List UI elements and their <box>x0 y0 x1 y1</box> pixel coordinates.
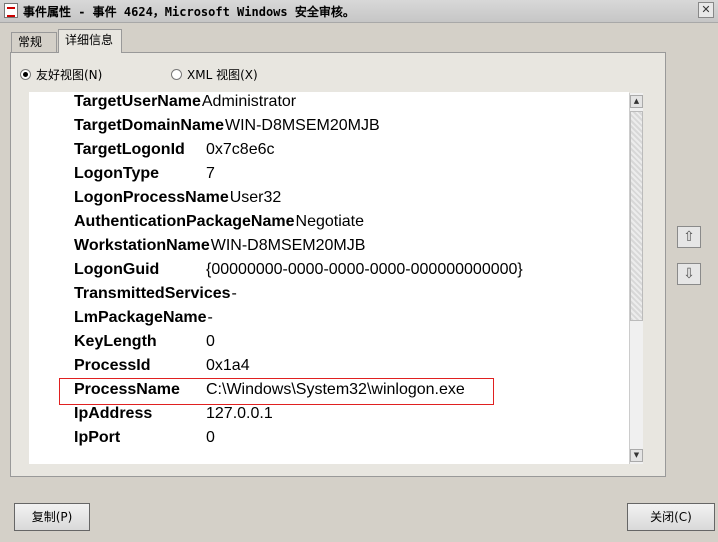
copy-button[interactable]: 复制(P) <box>14 503 90 531</box>
field-key: TargetDomainName <box>74 117 224 134</box>
field-key: KeyLength <box>74 333 157 350</box>
close-button[interactable]: 关闭(C) <box>627 503 715 531</box>
field-key: LogonType <box>74 165 160 182</box>
previous-event-button[interactable]: ⇧ <box>677 226 701 248</box>
field-key: IpPort <box>74 429 121 446</box>
field-row: TargetLogonId 0x7c8e6c <box>74 140 275 164</box>
scroll-down-icon[interactable]: ▼ <box>630 449 643 462</box>
field-value: 0 <box>206 429 215 446</box>
field-value: Negotiate <box>295 213 365 230</box>
field-row: IpAddress 127.0.0.1 <box>74 404 273 428</box>
field-row: LmPackageName- <box>74 308 213 332</box>
field-row: WorkstationNameWIN-D8MSEM20MJB <box>74 236 365 260</box>
field-value: - <box>231 285 237 302</box>
field-key: WorkstationName <box>74 237 210 254</box>
friendly-view-label: 友好视图(N) <box>36 68 103 82</box>
field-key: TargetUserName <box>74 93 201 110</box>
event-data-view[interactable]: TargetUserNameAdministrator TargetDomain… <box>29 92 629 464</box>
field-key: TransmittedServices <box>74 285 231 302</box>
scroll-thumb[interactable] <box>630 111 643 321</box>
title-bar: 事件属性 - 事件 4624，Microsoft Windows 安全审核。 ✕ <box>0 0 718 23</box>
field-key: LmPackageName <box>74 309 207 326</box>
field-key: AuthenticationPackageName <box>74 213 295 230</box>
close-icon[interactable]: ✕ <box>698 2 714 18</box>
field-row: ProcessId 0x1a4 <box>74 356 250 380</box>
field-key: ProcessId <box>74 357 151 374</box>
field-row: LogonType 7 <box>74 164 215 188</box>
field-row: TargetDomainNameWIN-D8MSEM20MJB <box>74 116 380 140</box>
field-row: AuthenticationPackageNameNegotiate <box>74 212 364 236</box>
field-value: 0x1a4 <box>206 357 250 374</box>
field-key: IpAddress <box>74 405 153 422</box>
field-value: 127.0.0.1 <box>206 405 273 422</box>
field-row: KeyLength 0 <box>74 332 215 356</box>
field-value: {00000000-0000-0000-0000-000000000000} <box>206 261 523 278</box>
event-viewer-icon <box>4 3 18 18</box>
tab-general[interactable]: 常规 <box>11 32 57 52</box>
xml-view-label: XML 视图(X) <box>187 68 258 82</box>
friendly-view-radio[interactable]: 友好视图(N) <box>20 66 102 83</box>
highlight-box <box>59 378 494 405</box>
arrow-up-icon: ⇧ <box>683 229 695 245</box>
radio-selected-icon <box>20 69 31 80</box>
field-row: LogonProcessNameUser32 <box>74 188 281 212</box>
field-key: TargetLogonId <box>74 141 185 158</box>
field-value: 0 <box>206 333 215 350</box>
vertical-scrollbar[interactable]: ▲ ▼ <box>629 93 643 464</box>
field-row: LogonGuid {00000000-0000-0000-0000-000000… <box>74 260 523 284</box>
window-title: 事件属性 - 事件 4624，Microsoft Windows 安全审核。 <box>23 5 355 19</box>
next-event-button[interactable]: ⇩ <box>677 263 701 285</box>
field-value: WIN-D8MSEM20MJB <box>210 237 366 254</box>
field-value: 7 <box>206 165 215 182</box>
field-key: LogonGuid <box>74 261 160 278</box>
field-key: LogonProcessName <box>74 189 229 206</box>
field-value: - <box>207 309 213 326</box>
field-value: WIN-D8MSEM20MJB <box>224 117 380 134</box>
field-value: User32 <box>229 189 282 206</box>
field-row: TargetUserNameAdministrator <box>74 92 296 116</box>
xml-view-radio[interactable]: XML 视图(X) <box>171 66 258 83</box>
radio-unselected-icon <box>171 69 182 80</box>
field-value: 0x7c8e6c <box>206 141 275 158</box>
field-row: TransmittedServices- <box>74 284 237 308</box>
field-row: IpPort 0 <box>74 428 215 452</box>
arrow-down-icon: ⇩ <box>683 266 695 282</box>
field-value: Administrator <box>201 93 297 110</box>
tab-details[interactable]: 详细信息 <box>58 29 122 53</box>
scroll-up-icon[interactable]: ▲ <box>630 95 643 108</box>
